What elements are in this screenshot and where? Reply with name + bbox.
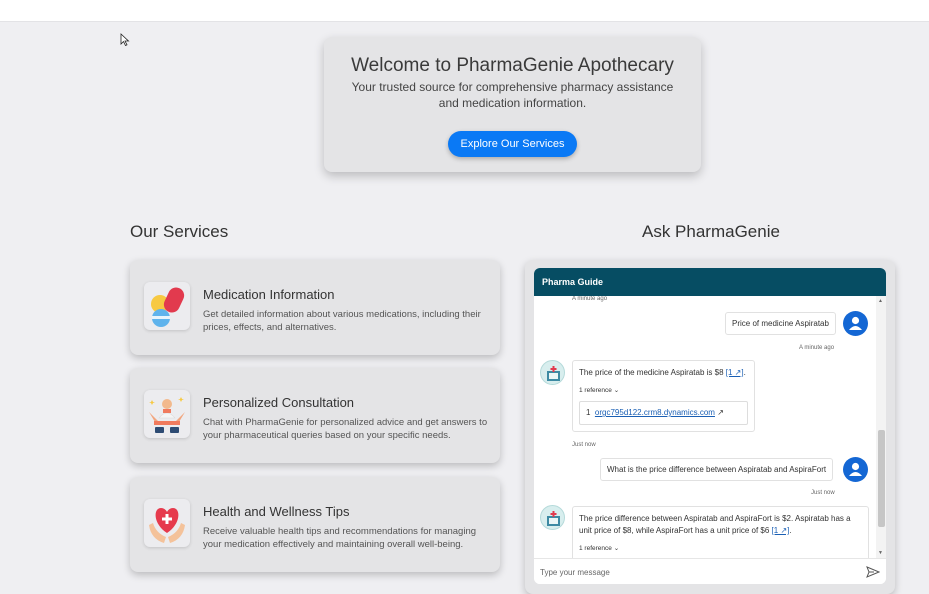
- bot-message: The price difference between Aspiratab a…: [572, 506, 869, 558]
- bot-message-text: The price of the medicine Aspiratab is $…: [579, 368, 746, 377]
- user-message: What is the price difference between Asp…: [600, 458, 834, 481]
- send-icon[interactable]: [866, 566, 880, 578]
- service-card-medication: Medication Information Get detailed info…: [130, 260, 500, 355]
- bot-message: The price of the medicine Aspiratab is $…: [572, 360, 755, 432]
- scroll-down-icon[interactable]: ▼: [878, 550, 883, 556]
- chat-scrollbar[interactable]: ▲ ▼: [876, 296, 886, 558]
- external-link-icon: ↗: [717, 408, 724, 417]
- user-message: Price of medicine Aspiratab: [725, 312, 836, 335]
- bot-avatar-icon: [540, 360, 565, 385]
- timestamp: A minute ago: [799, 345, 835, 351]
- reference-item: 1 orgc795d122.crm8.dynamics.com ↗: [579, 401, 748, 425]
- hero-subtitle: Your trusted source for comprehensive ph…: [351, 80, 674, 110]
- scrollbar-thumb[interactable]: [878, 430, 885, 527]
- hero-card: Welcome to PharmaGenie Apothecary Your t…: [324, 37, 701, 172]
- service-title: Medication Information: [203, 287, 335, 302]
- chat-input-bar: [534, 558, 886, 584]
- user-avatar-icon: [843, 311, 868, 336]
- hero-title: Welcome to PharmaGenie Apothecary: [351, 55, 674, 76]
- chevron-down-icon: ⌄: [613, 387, 620, 394]
- chat-header-title: Pharma Guide: [534, 268, 886, 296]
- message-input[interactable]: [540, 565, 840, 579]
- top-bar: [0, 0, 929, 22]
- service-title: Health and Wellness Tips: [203, 504, 350, 519]
- service-card-wellness: Health and Wellness Tips Receive valuabl…: [130, 477, 500, 572]
- timestamp: Just now: [811, 490, 835, 496]
- consultation-icon: [144, 390, 190, 438]
- user-avatar-icon: [843, 457, 868, 482]
- service-description: Chat with PharmaGenie for personalized a…: [203, 417, 488, 441]
- service-title: Personalized Consultation: [203, 395, 355, 410]
- timestamp: Just now: [572, 442, 596, 448]
- service-description: Receive valuable health tips and recomme…: [203, 526, 477, 550]
- bot-message-text: The price difference between Aspiratab a…: [579, 514, 851, 535]
- explore-services-button[interactable]: Explore Our Services: [447, 131, 578, 157]
- pills-icon: [144, 282, 190, 330]
- chevron-down-icon: ⌄: [613, 545, 620, 552]
- service-card-consultation: Personalized Consultation Chat with Phar…: [130, 368, 500, 463]
- chat-widget: Pharma Guide A minute ago Price of medic…: [534, 268, 886, 584]
- chat-transcript[interactable]: A minute ago Price of medicine Aspiratab…: [534, 296, 886, 558]
- service-description: Get detailed information about various m…: [203, 309, 481, 333]
- timestamp: A minute ago: [572, 296, 608, 302]
- citation-link[interactable]: [1 ↗]: [726, 368, 744, 377]
- bot-avatar-icon: [540, 505, 565, 530]
- scroll-up-icon[interactable]: ▲: [878, 298, 883, 304]
- services-heading: Our Services: [130, 222, 229, 241]
- references-toggle[interactable]: 1 reference ⌄: [579, 385, 748, 397]
- chat-panel: Pharma Guide A minute ago Price of medic…: [525, 260, 895, 594]
- references-toggle[interactable]: 1 reference ⌄: [579, 543, 862, 555]
- heart-hands-icon: [144, 499, 190, 547]
- mouse-cursor-icon: [120, 33, 130, 46]
- citation-link[interactable]: [1 ↗]: [772, 526, 790, 535]
- reference-link[interactable]: orgc795d122.crm8.dynamics.com: [595, 408, 715, 417]
- chat-heading: Ask PharmaGenie: [642, 222, 780, 241]
